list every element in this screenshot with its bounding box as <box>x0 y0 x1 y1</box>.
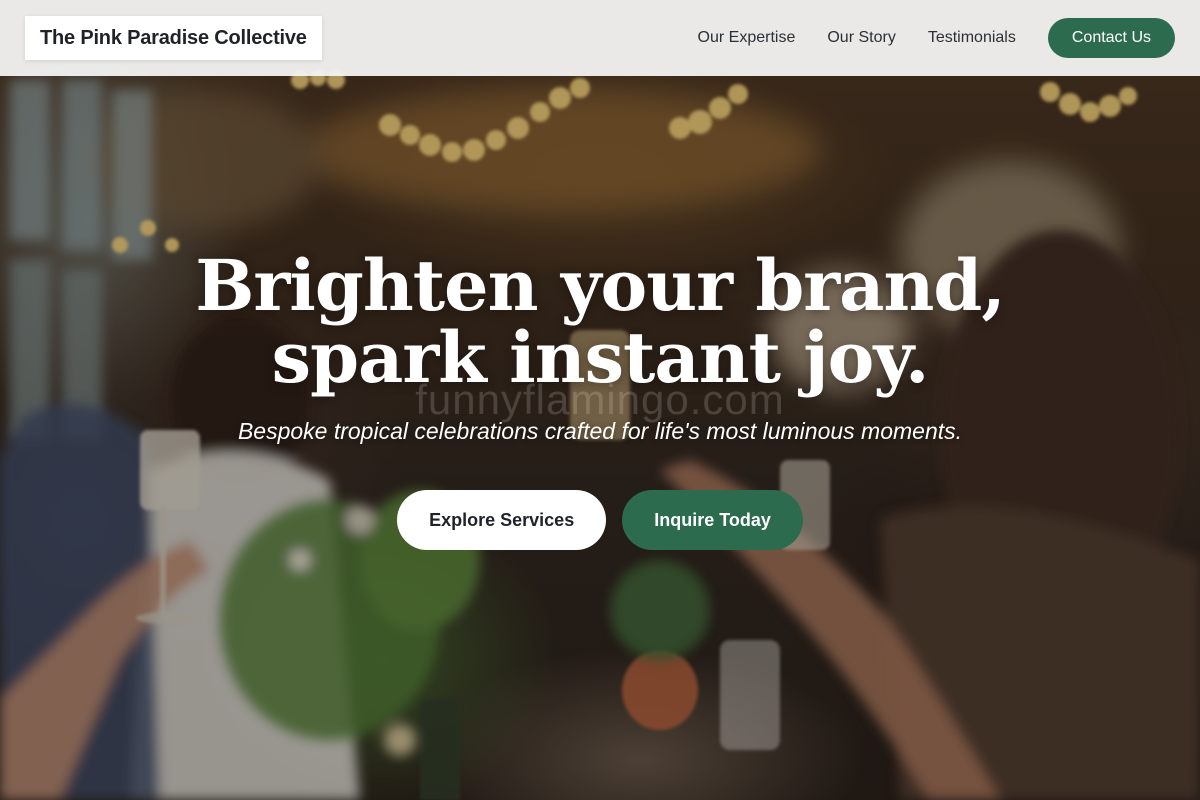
hero-subtitle: Bespoke tropical celebrations crafted fo… <box>237 418 963 444</box>
hero-headline-line-1: Brighten your brand, <box>195 244 1006 327</box>
brand-logo[interactable]: The Pink Paradise Collective <box>25 16 322 60</box>
nav-link-our-expertise[interactable]: Our Expertise <box>698 29 796 47</box>
site-header: The Pink Paradise Collective Our Experti… <box>0 0 1200 76</box>
watermark-text: funnyflamingo.com <box>415 376 785 423</box>
landing-page: The Pink Paradise Collective Our Experti… <box>0 0 1200 800</box>
inquire-today-button[interactable]: Inquire Today <box>622 490 803 550</box>
contact-us-button[interactable]: Contact Us <box>1047 18 1175 58</box>
explore-services-button[interactable]: Explore Services <box>397 490 607 550</box>
main-nav: Our Expertise Our Story Testimonials Con… <box>698 18 1175 58</box>
nav-link-testimonials[interactable]: Testimonials <box>928 29 1016 47</box>
hero-headline: Brighten your brand, spark instant joy. <box>0 250 1200 394</box>
nav-link-our-story[interactable]: Our Story <box>827 29 895 47</box>
hero-actions: Explore Services Inquire Today <box>0 490 1200 550</box>
